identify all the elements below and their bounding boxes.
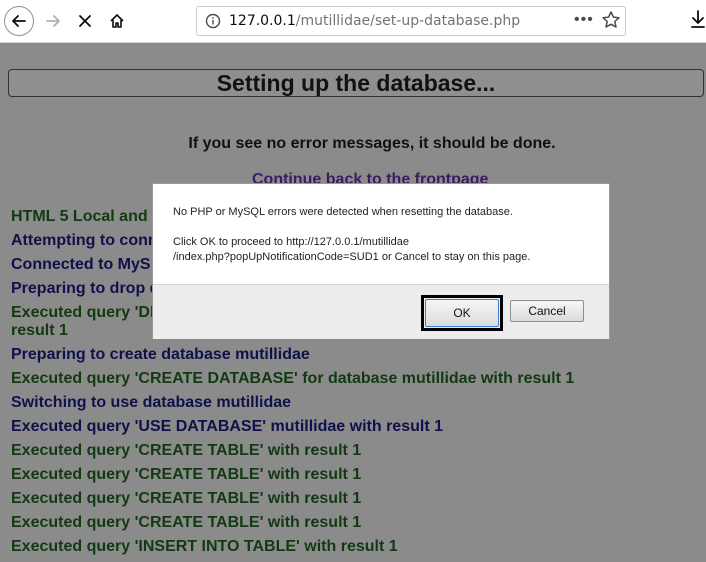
log-line: Preparing to drop d: [11, 280, 160, 297]
log-line: Executed query 'CREATE TABLE' with resul…: [11, 514, 362, 531]
dialog-message-line: No PHP or MySQL errors were detected whe…: [173, 206, 513, 218]
ok-button[interactable]: OK: [425, 299, 499, 327]
log-line: Executed query 'CREATE TABLE' with resul…: [11, 490, 362, 507]
log-line: Executed query 'CREATE TABLE' with resul…: [11, 466, 362, 483]
log-line: Executed query 'INSERT INTO TABLE' with …: [11, 538, 398, 555]
dialog-footer: OK Cancel: [153, 284, 609, 339]
info-icon[interactable]: [205, 13, 221, 29]
url-bar[interactable]: 127.0.0.1/mutillidae/set-up-database.php…: [196, 6, 626, 36]
back-button[interactable]: [4, 6, 34, 36]
log-line: Executed query 'DI: [11, 304, 155, 321]
home-button[interactable]: [102, 6, 132, 36]
log-line: Executed query 'USE DATABASE' mutillidae…: [11, 418, 443, 435]
log-line: HTML 5 Local and: [11, 208, 148, 225]
more-actions-icon[interactable]: •••: [574, 11, 594, 29]
log-line: Attempting to conn: [11, 232, 158, 249]
forward-arrow-icon: [46, 15, 60, 27]
confirm-dialog: No PHP or MySQL errors were detected whe…: [152, 183, 610, 339]
log-line: Preparing to create database mutillidae: [11, 346, 310, 363]
close-icon: [79, 15, 91, 27]
dialog-body: No PHP or MySQL errors were detected whe…: [153, 184, 609, 284]
log-line: Executed query 'CREATE TABLE' with resul…: [11, 442, 362, 459]
dialog-message-line: Click OK to proceed to http://127.0.0.1/…: [173, 236, 410, 248]
browser-toolbar: 127.0.0.1/mutillidae/set-up-database.php…: [0, 0, 706, 43]
dialog-message-line: /index.php?popUpNotificationCode=SUD1 or…: [173, 251, 531, 263]
log-line: Switching to use database mutillidae: [11, 394, 292, 411]
log-line: Connected to MyS: [11, 256, 151, 273]
url-path: /mutillidae/set-up-database.php: [295, 13, 521, 29]
log-line: Executed query 'CREATE DATABASE' for dat…: [11, 370, 575, 387]
home-icon: [110, 14, 124, 28]
forward-button[interactable]: [38, 6, 68, 36]
url-text[interactable]: 127.0.0.1/mutillidae/set-up-database.php: [229, 13, 520, 29]
notice-text: If you see no error messages, it should …: [188, 135, 556, 152]
download-icon[interactable]: [690, 10, 706, 30]
back-arrow-icon: [12, 15, 26, 27]
cancel-button[interactable]: Cancel: [510, 300, 584, 322]
page-title: Setting up the database...: [8, 69, 704, 97]
log-line: result 1: [11, 322, 68, 339]
bookmark-star-icon[interactable]: [601, 10, 621, 30]
url-host: 127.0.0.1: [229, 13, 296, 29]
stop-button[interactable]: [70, 6, 100, 36]
